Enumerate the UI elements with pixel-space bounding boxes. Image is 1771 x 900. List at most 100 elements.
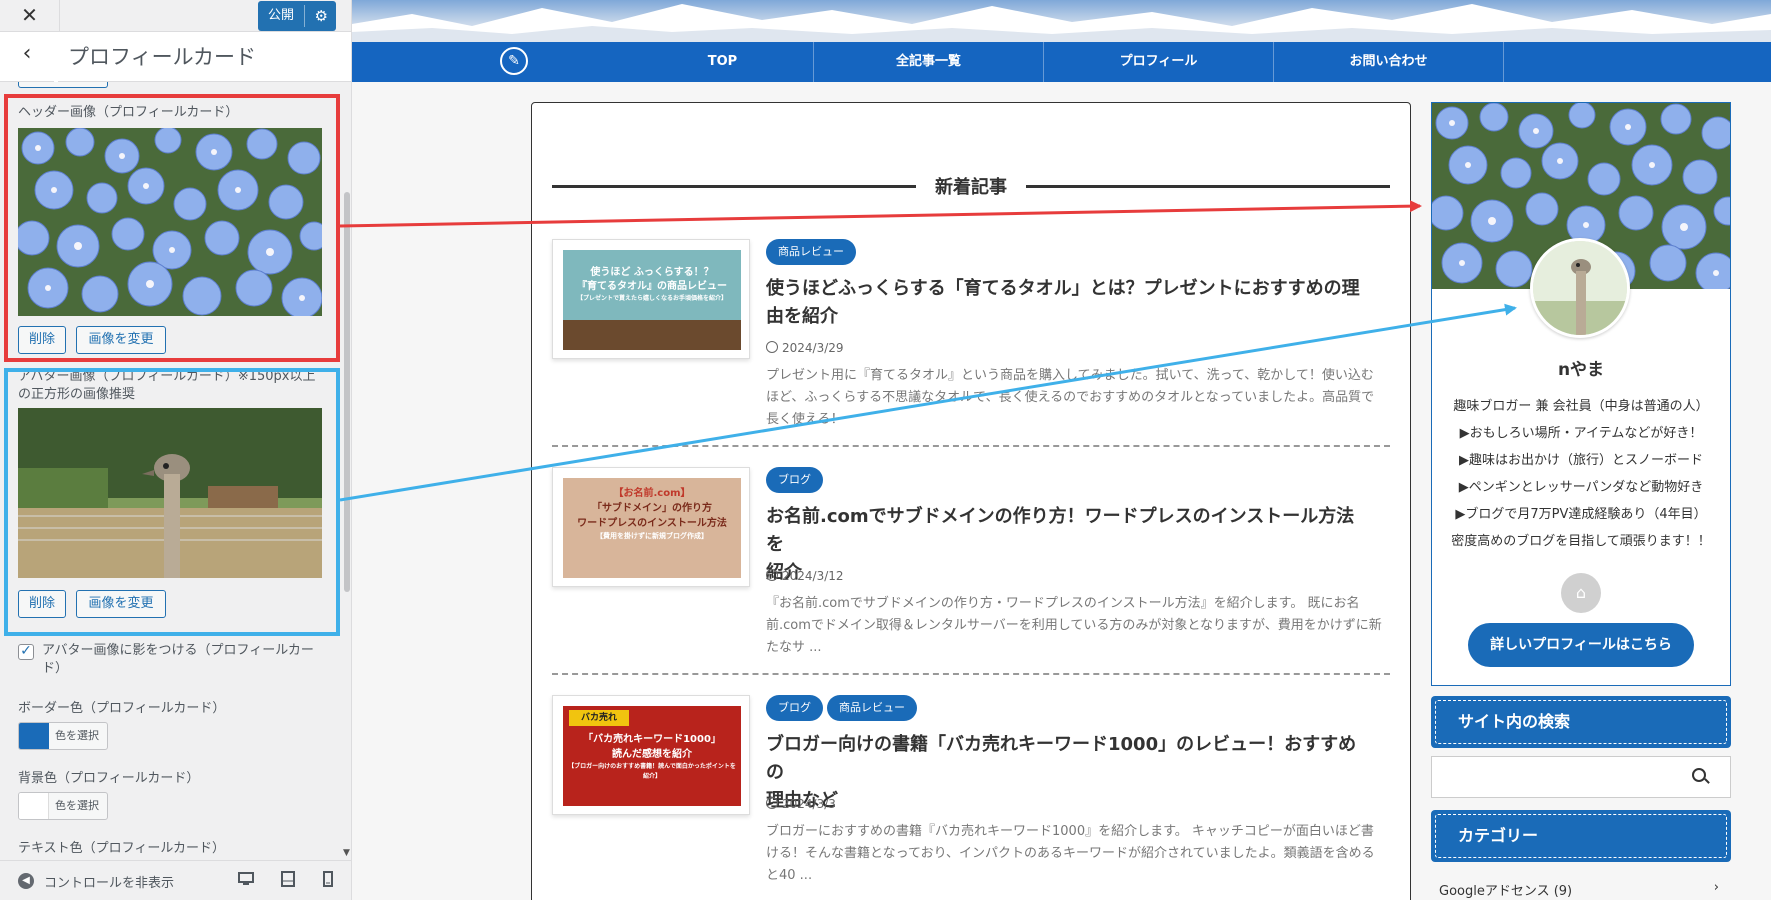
scroll-down-arrow[interactable]: ▼ <box>343 848 350 858</box>
category-item-label: Googleアドセンス (9) <box>1439 884 1573 899</box>
article-card[interactable]: 【お名前.com】 「サブドメイン」の作り方 ワードプレスのインストール方法 【… <box>552 467 1390 677</box>
article-title[interactable]: お名前.comでサブドメインの作り方！ワードプレスのインストール方法を 紹介 <box>766 503 1366 587</box>
chevron-left-icon[interactable]: ‹ <box>0 32 58 82</box>
desktop-icon[interactable] <box>236 871 256 891</box>
article-excerpt: プレゼント用に『育てるタオル』という商品を購入してみました。拭いて、洗って、乾か… <box>766 368 1375 427</box>
category-widget-title: カテゴリー <box>1435 814 1727 858</box>
article-date-text: 2024/3/3 <box>782 797 836 811</box>
category-list-item[interactable]: Googleアドセンス (9) › <box>1439 880 1719 899</box>
article-thumbnail[interactable]: バカ売れ 「バカ売れキーワード1000」 読んだ感想を紹介 【ブロガー向けのおす… <box>552 695 750 815</box>
profile-more-button[interactable]: 詳しいプロフィールはこちら <box>1468 623 1694 667</box>
profile-bio-line: 趣味ブロガー 兼 会社員（中身は普通の人） <box>1453 399 1709 414</box>
clock-icon <box>766 797 778 809</box>
book-cover-label: バカ売れ <box>569 710 629 726</box>
article-title-line1: ブロガー向けの書籍「バカ売れキーワード1000」のレビュー！おすすめの <box>766 734 1357 783</box>
article-title-line2: 由を紹介 <box>766 306 838 327</box>
avatar-shadow-label-line2: ド） <box>42 661 69 676</box>
search-widget-title: サイト内の検索 <box>1435 700 1727 744</box>
article-excerpt: ブロガーにおすすめの書籍『バカ売れキーワード1000』を紹介します。 キャッチコ… <box>766 824 1375 883</box>
search-input[interactable] <box>1431 756 1731 798</box>
profile-avatar <box>1530 238 1630 338</box>
category-widget-header: カテゴリー <box>1431 810 1731 862</box>
scrollbar-thumb[interactable] <box>344 192 350 592</box>
keyword-caption-line1: 「バカ売れキーワード1000」 <box>583 734 721 745</box>
article-date: 2024/3/29 <box>766 341 844 355</box>
article-card[interactable]: バカ売れ 「バカ売れキーワード1000」 読んだ感想を紹介 【ブロガー向けのおす… <box>552 695 1390 900</box>
search-icon[interactable] <box>1692 768 1706 782</box>
article-thumbnail[interactable]: 【お名前.com】 「サブドメイン」の作り方 ワードプレスのインストール方法 【… <box>552 467 750 587</box>
subdomain-article-image: 【お名前.com】 「サブドメイン」の作り方 ワードプレスのインストール方法 【… <box>563 478 741 578</box>
section-title: プロフィールカード <box>68 45 256 69</box>
nav-item-top[interactable]: TOP <box>632 42 814 82</box>
nav-item-profile[interactable]: プロフィール <box>1044 42 1274 82</box>
hide-controls-button[interactable]: コントロールを非表示 <box>44 872 174 891</box>
article-card[interactable]: 使うほど ふっくらする！？ 『育てるタオル』の商品レビュー 【プレゼントで貰えた… <box>552 239 1390 449</box>
bg-color-button[interactable]: 色を選択 <box>18 792 108 820</box>
article-date: 2024/3/3 <box>766 797 836 811</box>
article-date-text: 2024/3/29 <box>782 341 844 355</box>
category-badge[interactable]: ブログ <box>766 467 823 493</box>
article-date-text: 2024/3/12 <box>782 569 844 583</box>
new-articles-heading: 新着記事 <box>552 173 1390 198</box>
header-image-highlight-box <box>4 94 340 362</box>
article-title[interactable]: 使うほどふっくらする「育てるタオル」とは？プレゼントにおすすめの理 由を紹介 <box>766 275 1366 331</box>
towel-caption-line3: 【プレゼントで貰えたら嬉しくなるお手頃価格を紹介】 <box>576 295 727 302</box>
nav-item-all-articles[interactable]: 全記事一覧 <box>814 42 1044 82</box>
profile-bio-line: ▶ブログで月7万PV達成経験あり（4年目） <box>1455 507 1707 522</box>
article-categories: ブログ 商品レビュー <box>766 695 921 721</box>
article-title-line1: 使うほどふっくらする「育てるタオル」とは？プレゼントにおすすめの理 <box>766 278 1360 299</box>
keyword-caption-line3: 【ブロガー向けのおすすめ書籍！読んで面白かったポイントを紹介】 <box>568 763 736 780</box>
towel-caption-line2: 『育てるタオル』の商品レビュー <box>577 281 727 292</box>
border-color-swatch <box>19 723 49 749</box>
article-categories: 商品レビュー <box>766 239 860 265</box>
towel-caption-line1: 使うほど ふっくらする！？ <box>590 267 714 278</box>
border-color-button-label: 色を選択 <box>55 729 99 742</box>
category-badge[interactable]: ブログ <box>766 695 823 721</box>
article-thumbnail[interactable]: 使うほど ふっくらする！？ 『育てるタオル』の商品レビュー 【プレゼントで貰えた… <box>552 239 750 359</box>
category-badge[interactable]: 商品レビュー <box>827 695 917 721</box>
keyword-book-image: バカ売れ 「バカ売れキーワード1000」 読んだ感想を紹介 【ブロガー向けのおす… <box>563 706 741 806</box>
profile-bio-line: ▶ペンギンとレッサーパンダなど動物好き <box>1458 480 1704 495</box>
hide-controls-icon[interactable]: ◀ <box>18 873 34 889</box>
previous-control-button[interactable] <box>18 82 108 88</box>
tablet-icon[interactable] <box>278 871 298 891</box>
chevron-right-icon: › <box>1713 880 1719 895</box>
home-icon[interactable]: ⌂ <box>1561 573 1601 613</box>
publish-button[interactable]: 公開 ⚙ <box>258 1 336 31</box>
search-widget-header: サイト内の検索 <box>1431 696 1731 748</box>
customizer-topbar: ✕ 公開 ⚙ <box>0 0 351 32</box>
bg-color-button-label: 色を選択 <box>55 799 99 812</box>
site-navigation: ✎ TOP 全記事一覧 プロフィール お問い合わせ <box>352 42 1771 82</box>
text-color-label: テキスト色（プロフィールカード） <box>18 841 225 856</box>
article-title[interactable]: ブロガー向けの書籍「バカ売れキーワード1000」のレビュー！おすすめの 理由など <box>766 731 1366 815</box>
customizer-scrollbar[interactable]: ▼ <box>343 82 351 860</box>
section-header: ‹ プロフィールカード <box>0 32 351 82</box>
category-badge[interactable]: 商品レビュー <box>766 239 856 265</box>
avatar-shadow-checkbox[interactable]: ✓ <box>18 644 34 660</box>
article-title-line1: お名前.comでサブドメインの作り方！ワードプレスのインストール方法を <box>766 506 1355 555</box>
gear-icon[interactable]: ⚙ <box>315 1 328 31</box>
nav-item-contact[interactable]: お問い合わせ <box>1274 42 1504 82</box>
towel-review-image: 使うほど ふっくらする！？ 『育てるタオル』の商品レビュー 【プレゼントで貰えた… <box>563 250 741 350</box>
customizer-panel: ✕ 公開 ⚙ ‹ プロフィールカード ヘッダー画像（プロフィールカード） 削除 … <box>0 0 352 900</box>
article-date: 2024/3/12 <box>766 569 844 583</box>
heading-line-right <box>1026 185 1390 188</box>
site-header-banner <box>352 0 1771 42</box>
border-color-button[interactable]: 色を選択 <box>18 722 108 750</box>
bg-color-label: 背景色（プロフィールカード） <box>18 771 200 786</box>
keyword-caption-line2: 読んだ感想を紹介 <box>612 749 692 760</box>
article-divider <box>552 673 1390 675</box>
subdomain-caption-line2: 「サブドメイン」の作り方 <box>592 503 712 514</box>
profile-bio-line: 密度高めのブログを目指して頑張ります！！ <box>1451 534 1711 549</box>
subdomain-caption-line1: 【お名前.com】 <box>613 488 691 499</box>
close-icon[interactable]: ✕ <box>0 0 60 32</box>
keyword-image-caption: 「バカ売れキーワード1000」 読んだ感想を紹介 【ブロガー向けのおすすめ書籍！… <box>567 732 737 782</box>
article-title-line2: 理由など <box>766 790 838 811</box>
subdomain-caption-line4: 【費用を掛けずに新規ブログ作成】 <box>596 532 708 540</box>
mobile-icon[interactable] <box>318 871 338 891</box>
avatar-shadow-label-line1: アバター画像に影をつける（プロフィールカー <box>42 643 314 658</box>
pencil-icon[interactable]: ✎ <box>500 47 528 75</box>
border-color-label: ボーダー色（プロフィールカード） <box>18 701 226 716</box>
clock-icon <box>766 341 778 353</box>
bg-color-swatch <box>19 793 49 819</box>
